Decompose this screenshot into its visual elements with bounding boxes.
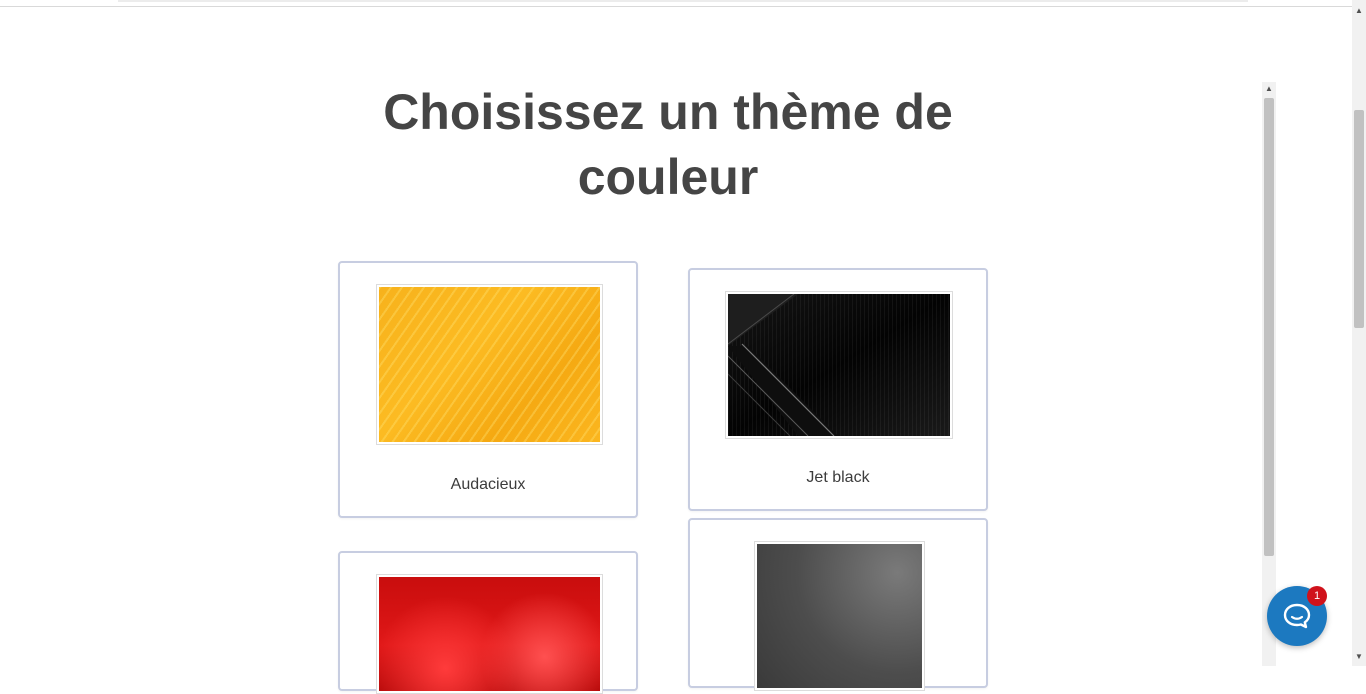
theme-thumbnail-yellow — [379, 287, 600, 442]
browser-top-edge — [0, 0, 1352, 7]
window-scrollbar-thumb[interactable] — [1354, 110, 1364, 328]
theme-card-jet-black[interactable]: Jet black — [688, 268, 988, 511]
theme-thumbnail-red — [379, 577, 600, 691]
window-scrollbar[interactable]: ▲ ▼ — [1352, 0, 1366, 666]
theme-card-red[interactable] — [338, 551, 638, 694]
theme-card-label: Jet black — [806, 469, 870, 486]
chat-bubble-icon — [1283, 603, 1311, 629]
theme-card-label: Audacieux — [450, 476, 526, 493]
content-scrollbar[interactable]: ▲ — [1262, 82, 1276, 666]
window-scroll-up-arrow-icon[interactable]: ▲ — [1354, 6, 1364, 16]
scrollbar-thumb[interactable] — [1264, 98, 1274, 556]
theme-thumbnail-frame — [376, 574, 603, 694]
theme-thumbnail-grey — [757, 544, 922, 688]
theme-thumbnail-frame — [725, 291, 953, 439]
chat-notification-badge: 1 — [1307, 586, 1327, 606]
window-scroll-down-arrow-icon[interactable]: ▼ — [1354, 652, 1364, 662]
theme-card-grey[interactable] — [688, 518, 988, 691]
theme-card-audacieux[interactable]: Audacieux — [338, 261, 638, 518]
theme-thumbnail-frame — [376, 284, 603, 445]
page-title: Choisissez un thème de couleur — [383, 84, 953, 205]
theme-thumbnail-black — [728, 294, 950, 436]
scroll-up-arrow-icon[interactable]: ▲ — [1264, 84, 1274, 94]
theme-thumbnail-frame — [754, 541, 925, 691]
